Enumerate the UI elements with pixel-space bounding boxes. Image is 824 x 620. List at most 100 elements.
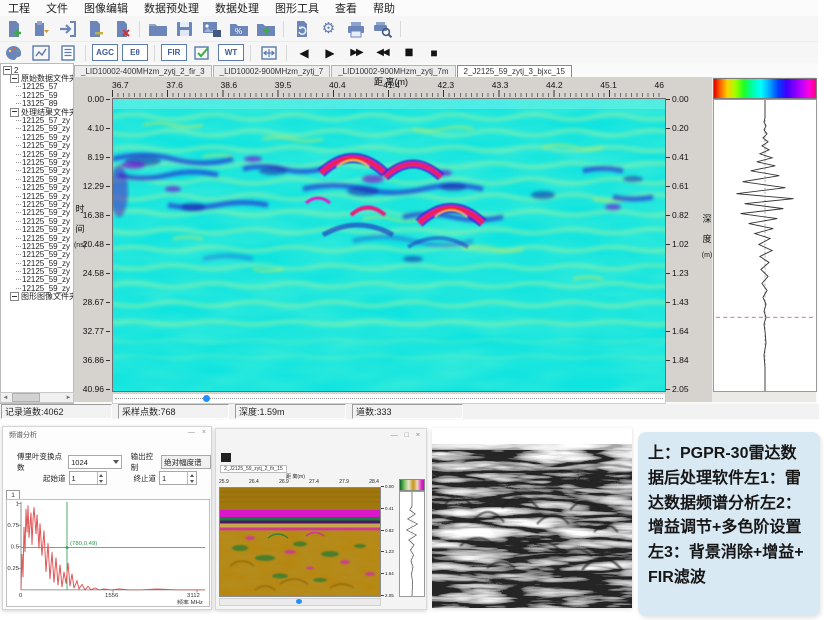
color-scale-icon[interactable] [28, 42, 53, 63]
spin-down-icon [98, 478, 106, 484]
end-trace-spinner[interactable]: 1 [159, 471, 197, 485]
horizontal-scrollbar[interactable] [219, 598, 381, 606]
folder-add-icon[interactable] [253, 18, 278, 39]
radargram-view[interactable] [219, 487, 381, 597]
scroll-right-arrow-icon[interactable]: ► [64, 395, 73, 401]
radargram-image [113, 99, 665, 391]
close-icon[interactable]: × [416, 432, 420, 439]
menu-item[interactable]: 帮助 [365, 0, 403, 17]
spectrum-y-tick: 0.75 [7, 523, 19, 529]
import-icon[interactable] [55, 18, 80, 39]
depth-tick: 1.02 [666, 239, 700, 249]
save-image-icon[interactable] [199, 18, 224, 39]
spectrum-marker-label: (780,0.49) [70, 541, 97, 547]
fft-points-select[interactable]: 1024 [68, 455, 122, 469]
palette-icon[interactable] [1, 42, 26, 63]
spectrum-plot[interactable]: 1 0.75 0.5 0.25 0 1556 3112 频率 MHz (780,… [6, 499, 210, 607]
tree-expander-icon[interactable] [10, 108, 19, 117]
pause-button[interactable]: ▮▮ [397, 47, 419, 58]
trace-range-row: 起始道 1 终止道 1 [43, 471, 197, 485]
fast-forward-button[interactable]: ▶▶ [345, 47, 367, 58]
print-icon[interactable] [343, 18, 368, 39]
folder-cut-icon[interactable]: % [226, 18, 251, 39]
document-tab[interactable]: 2_J2125_59_zytj_2_fir_15 [220, 465, 287, 473]
menu-item[interactable]: 数据预处理 [136, 0, 207, 17]
distance-tick: 26.9 [279, 479, 289, 485]
wt-wavelet-button[interactable]: WT [218, 44, 244, 61]
menu-item[interactable]: 文件 [38, 0, 76, 17]
scrollbar-thumb[interactable] [203, 395, 210, 402]
start-trace-spinner[interactable]: 1 [69, 471, 107, 485]
scrollbar-thumb[interactable] [296, 599, 302, 604]
menu-item[interactable]: 图形工具 [267, 0, 327, 17]
toolbar-separator [154, 45, 155, 61]
trace-waveform [714, 100, 816, 391]
menu-bar: 工程文件图像编辑数据预处理数据处理图形工具查看帮助 [0, 0, 818, 16]
fir-filter-button[interactable]: FIR [161, 44, 187, 61]
time-tick: 40.96 [78, 384, 110, 394]
edit-confirm-icon[interactable] [190, 42, 215, 63]
spectrum-chart: 1 0.75 0.5 0.25 0 1556 3112 频率 MHz (780,… [7, 500, 209, 606]
minimize-icon[interactable]: — [391, 432, 398, 439]
menu-item[interactable]: 图像编辑 [76, 0, 136, 17]
refresh-file-icon[interactable] [289, 18, 314, 39]
menu-item[interactable]: 数据处理 [207, 0, 267, 17]
restore-icon[interactable]: □ [405, 432, 409, 439]
remove-file-icon[interactable] [82, 18, 107, 39]
radargram-view[interactable] [112, 98, 666, 392]
depth-tick: 0.41 [381, 506, 397, 511]
rewind-button[interactable]: ◀◀ [371, 47, 393, 58]
tree-item[interactable]: 图形图像文件夹 [3, 293, 73, 301]
output-control-value[interactable]: 绝对幅度谱 [161, 455, 211, 469]
single-trace-view[interactable] [399, 491, 425, 597]
settings-gear-icon[interactable]: ⚙ [316, 18, 341, 39]
distance-tick: 43.3 [492, 80, 509, 90]
document-tab[interactable]: _LID10002-900MHzm_zytj_7 [213, 65, 331, 77]
eq-filter-button[interactable]: Eθ [122, 44, 148, 61]
tree-expander-icon[interactable] [10, 74, 19, 83]
menu-item[interactable]: 查看 [327, 0, 365, 17]
caption-line: 左3：背景消除+增益+FIR滤波 [648, 544, 804, 586]
svg-text:%: % [235, 27, 242, 36]
tree-horizontal-scrollbar[interactable]: ◄ ► [0, 392, 74, 403]
radargram-horizontal-scrollbar[interactable] [112, 393, 666, 404]
data-list-icon[interactable] [55, 42, 80, 63]
play-button[interactable]: ▶ [319, 46, 341, 60]
stop-icon[interactable] [221, 453, 231, 462]
distance-tick: 26.4 [249, 479, 259, 485]
save-icon[interactable] [172, 18, 197, 39]
scroll-thumb[interactable] [12, 393, 40, 402]
fit-window-icon[interactable] [256, 42, 281, 63]
gpr-main-window: 工程文件图像编辑数据预处理数据处理图形工具查看帮助 % ⚙ [0, 0, 818, 420]
scrollbar-track[interactable] [115, 398, 663, 399]
time-axis-label: 时 间 (ns) [74, 202, 86, 249]
distance-tick: 28.4 [369, 479, 379, 485]
minimize-icon[interactable]: — [188, 429, 195, 436]
stop-button[interactable]: ■ [423, 46, 445, 60]
window-controls: — □ × [391, 432, 420, 439]
menu-item[interactable]: 工程 [0, 0, 38, 17]
trace-side-panel [712, 77, 816, 402]
toolbar-separator [139, 21, 140, 37]
depth-tick: 0.00 [666, 94, 700, 104]
distance-tick: 40.4 [329, 80, 346, 90]
document-tab[interactable]: _LID10002-400MHzm_zytj_2_fir_3 [74, 65, 212, 77]
new-file-icon[interactable] [1, 18, 26, 39]
open-folder-icon[interactable] [145, 18, 170, 39]
paste-file-icon[interactable] [28, 18, 53, 39]
filtered-radargram-panel [432, 428, 632, 608]
toolbar-separator [286, 45, 287, 61]
print-preview-icon[interactable] [370, 18, 395, 39]
close-icon[interactable]: × [202, 429, 206, 436]
agc-gain-button[interactable]: AGC [92, 44, 118, 61]
delete-file-icon[interactable] [109, 18, 134, 39]
scroll-left-arrow-icon[interactable]: ◄ [1, 395, 10, 401]
fft-points-row: 傅里叶变换点数 1024 输出控制 绝对幅度谱 [17, 451, 211, 473]
document-tab[interactable]: 2_J2125_59_zytj_3_bjxc_15 [457, 65, 572, 77]
single-trace-view[interactable] [713, 99, 817, 392]
output-control-label: 输出控制 [131, 451, 159, 473]
file-tree-panel: 2原始数据文件夹12125_5712125_5913125_89处理结果文件夹1… [0, 63, 74, 404]
tree-expander-icon[interactable] [10, 292, 19, 301]
spectrum-analysis-dialog: 频谱分析 — × 傅里叶变换点数 1024 输出控制 绝对幅度谱 起始道 1 终… [2, 426, 212, 610]
step-back-button[interactable]: ◀ [293, 46, 315, 60]
